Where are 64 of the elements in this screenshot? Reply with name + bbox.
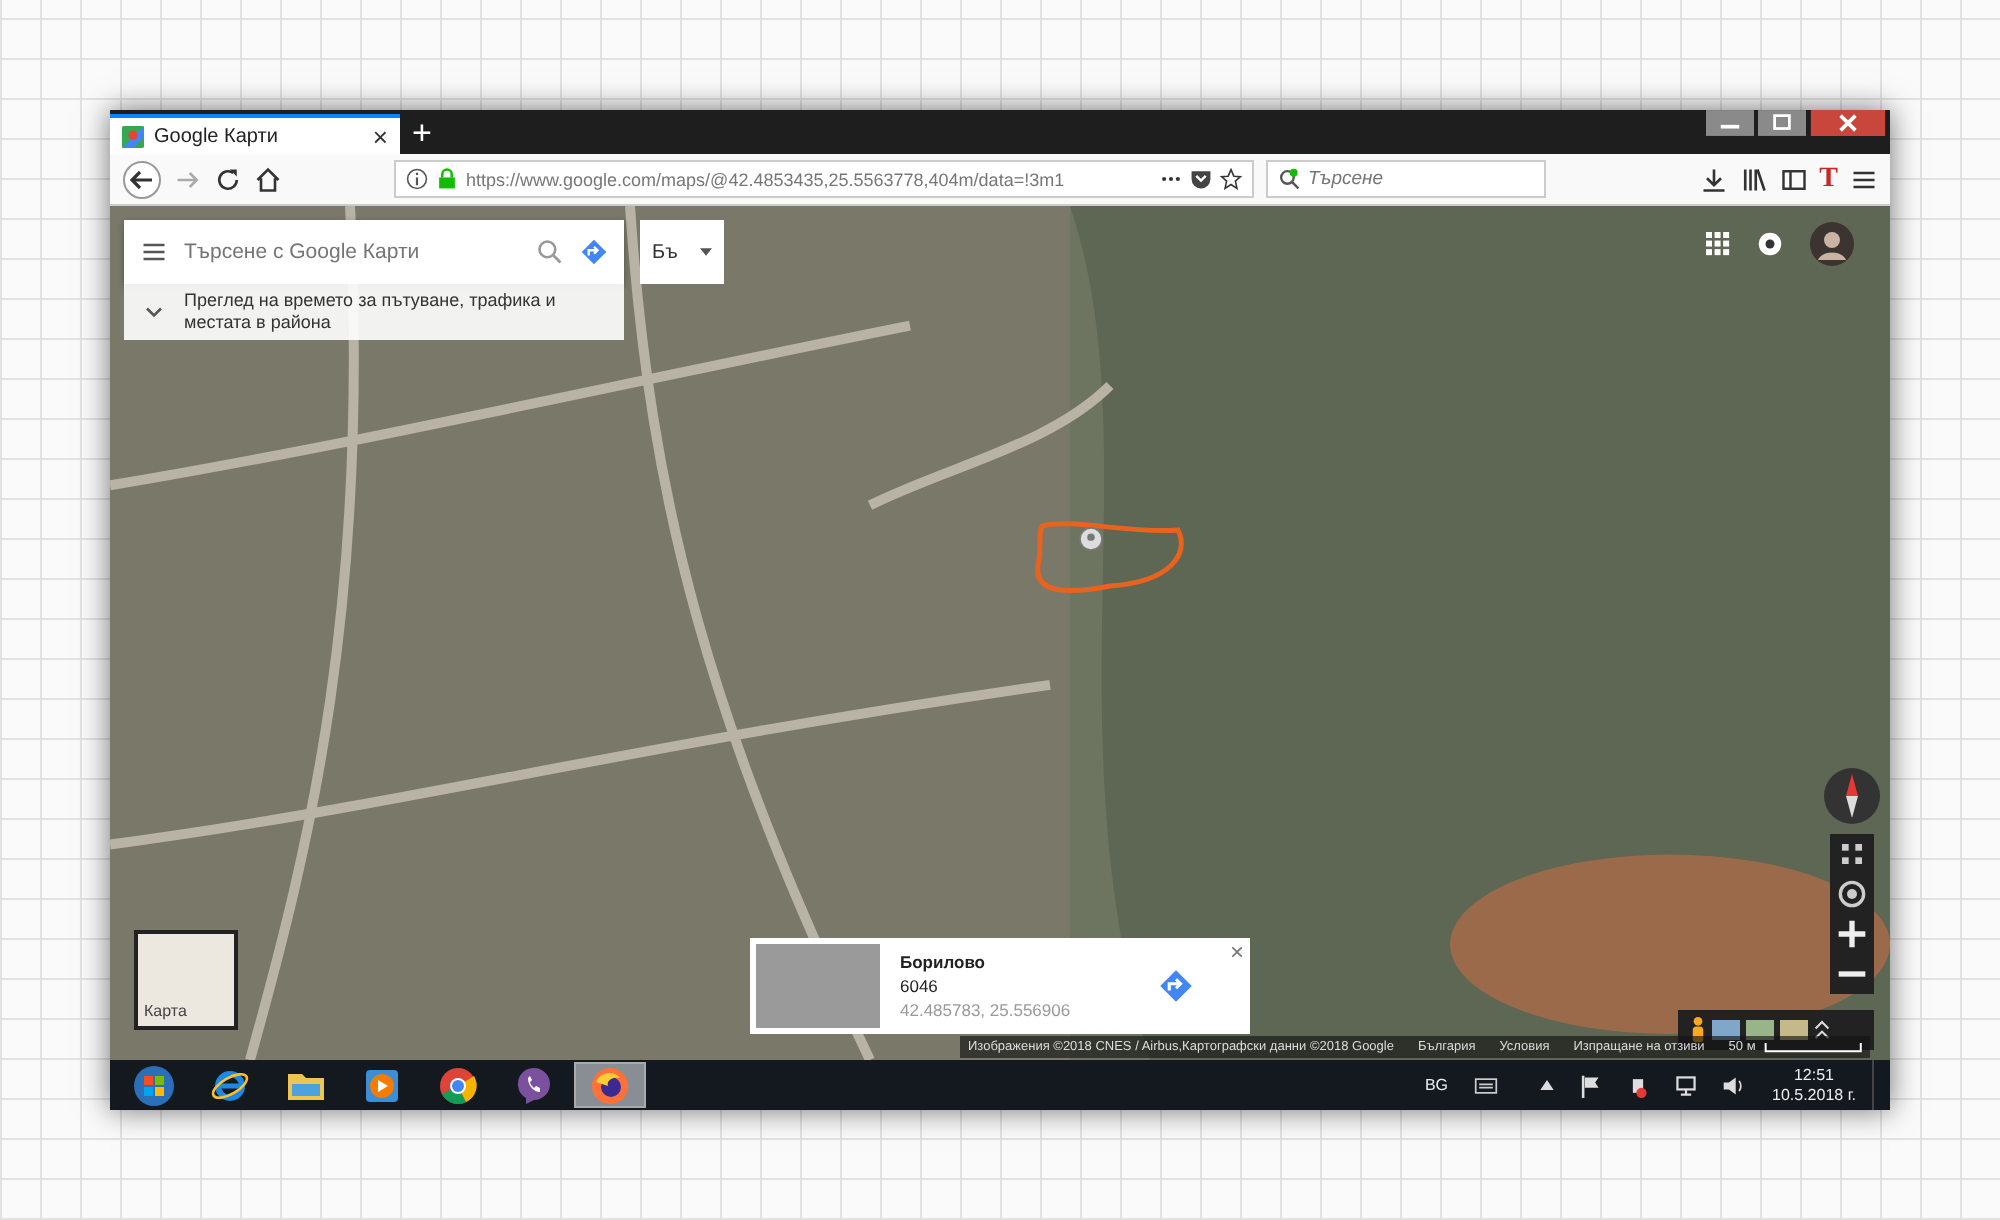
caret-icon bbox=[700, 248, 712, 256]
network-icon[interactable] bbox=[1674, 1073, 1699, 1097]
tricolor-circle-icon bbox=[438, 1065, 478, 1105]
swoosh-circle-icon bbox=[210, 1065, 250, 1105]
new-tab-button[interactable]: + bbox=[400, 114, 444, 154]
taskbar-clock[interactable]: 12:51 10.5.2018 г. bbox=[1772, 1065, 1856, 1105]
search-icon[interactable] bbox=[536, 238, 564, 266]
keyboard-icon[interactable] bbox=[1474, 1073, 1499, 1097]
explore-panel[interactable]: Преглед на времето за пътуване, трафика и местата в района bbox=[124, 284, 624, 340]
photo-placeholder bbox=[756, 944, 880, 1028]
maps-search-field[interactable]: Търсене с Google Карти bbox=[124, 220, 624, 284]
extension-button[interactable]: T bbox=[1819, 163, 1838, 195]
back-icon[interactable] bbox=[122, 159, 162, 199]
reload-icon[interactable] bbox=[214, 165, 242, 193]
location-pin-icon[interactable] bbox=[1078, 526, 1104, 552]
start-orb-icon bbox=[134, 1065, 174, 1105]
search-icon bbox=[1278, 168, 1300, 190]
play-icon bbox=[362, 1065, 402, 1105]
home-icon[interactable] bbox=[254, 165, 282, 193]
address-bar[interactable]: https://www.google.com/maps/@42.4853435,25.5563778,404m/data=!3m1 bbox=[394, 160, 1254, 198]
imagery-thumbnail[interactable] bbox=[1746, 1020, 1774, 1040]
download-icon[interactable] bbox=[1699, 165, 1728, 193]
close-button[interactable]: × bbox=[1229, 938, 1244, 966]
speaker-icon[interactable] bbox=[1722, 1073, 1747, 1097]
lock-icon bbox=[436, 168, 458, 190]
shield-icon[interactable] bbox=[1190, 168, 1212, 190]
flame-circle-icon bbox=[590, 1065, 630, 1105]
close-tab-button[interactable]: × bbox=[372, 121, 388, 151]
compass-icon[interactable] bbox=[1822, 766, 1882, 826]
caret-up-icon[interactable] bbox=[1540, 1080, 1555, 1090]
place-name: Борилово bbox=[900, 952, 988, 972]
coordinates-text: 42.485783, 25.556906 bbox=[900, 1000, 1073, 1020]
clock-date: 10.5.2018 г. bbox=[1772, 1085, 1856, 1105]
imagery-thumbnail[interactable] bbox=[1712, 1020, 1740, 1040]
taskbar-app-button[interactable] bbox=[574, 1062, 646, 1108]
apps-grid-icon[interactable] bbox=[1706, 232, 1730, 256]
directions-icon[interactable] bbox=[1158, 968, 1194, 1004]
flag-icon[interactable] bbox=[1578, 1073, 1603, 1097]
star-icon[interactable] bbox=[1220, 168, 1242, 190]
clock-time: 12:51 bbox=[1793, 1065, 1835, 1085]
postal-code: 6046 bbox=[900, 976, 940, 996]
phone-bubble-icon bbox=[514, 1065, 554, 1105]
browser-tab[interactable]: Google Карти × bbox=[110, 114, 400, 154]
chevron-up-icon[interactable] bbox=[1814, 1016, 1830, 1044]
library-icon[interactable] bbox=[1739, 165, 1768, 193]
sidebar-icon[interactable] bbox=[1779, 165, 1808, 193]
imagery-thumbnail[interactable] bbox=[1780, 1020, 1808, 1040]
search-field[interactable]: Търсене bbox=[1266, 160, 1546, 198]
avatar-icon[interactable] bbox=[1810, 222, 1854, 266]
directions-icon[interactable] bbox=[580, 238, 608, 266]
scale-bar-icon bbox=[1763, 1041, 1862, 1053]
person-icon[interactable] bbox=[1690, 1016, 1706, 1044]
menu-icon[interactable] bbox=[140, 238, 168, 266]
language-dropdown[interactable]: Бъ bbox=[640, 220, 724, 284]
maps-search-input[interactable]: Търсене с Google Карти bbox=[184, 240, 520, 264]
map-pin-icon bbox=[122, 125, 144, 147]
language-indicator[interactable]: BG bbox=[1424, 1076, 1449, 1094]
explore-hint-text: Преглед на времето за пътуване, трафика и местата в района bbox=[184, 289, 558, 335]
map-layer-toggle[interactable]: Карта bbox=[134, 930, 238, 1030]
search-input[interactable]: Търсене bbox=[1308, 168, 1508, 190]
minimize-icon[interactable] bbox=[1706, 110, 1754, 136]
maximize-icon[interactable] bbox=[1758, 110, 1806, 136]
close-icon[interactable] bbox=[1810, 110, 1886, 136]
info-icon[interactable] bbox=[406, 168, 428, 190]
